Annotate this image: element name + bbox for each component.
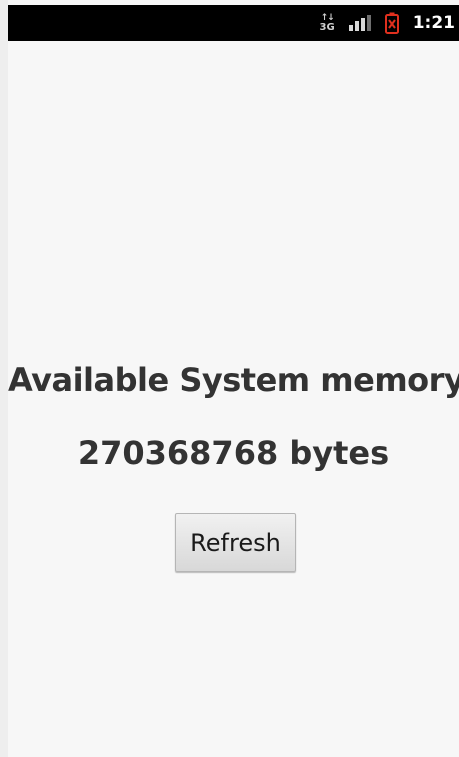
status-clock: 1:21 <box>412 13 455 33</box>
main-content: Available System memory: 270368768 bytes… <box>8 41 459 757</box>
network-type-label: 3G <box>319 22 335 33</box>
app-screen: ↑↓ 3G 1:21 Available System memory: 2703… <box>0 0 459 757</box>
screen-edge <box>0 0 8 757</box>
memory-value: 270368768 bytes <box>77 434 390 472</box>
refresh-button[interactable]: Refresh <box>175 513 296 572</box>
status-icons: ↑↓ 3G 1:21 <box>320 5 455 41</box>
network-3g-icon: ↑↓ 3G <box>319 14 335 33</box>
status-bar: ↑↓ 3G 1:21 <box>8 5 459 41</box>
battery-alert-icon <box>384 12 399 34</box>
memory-heading: Available System memory: <box>8 361 459 399</box>
signal-strength-icon <box>348 15 371 31</box>
